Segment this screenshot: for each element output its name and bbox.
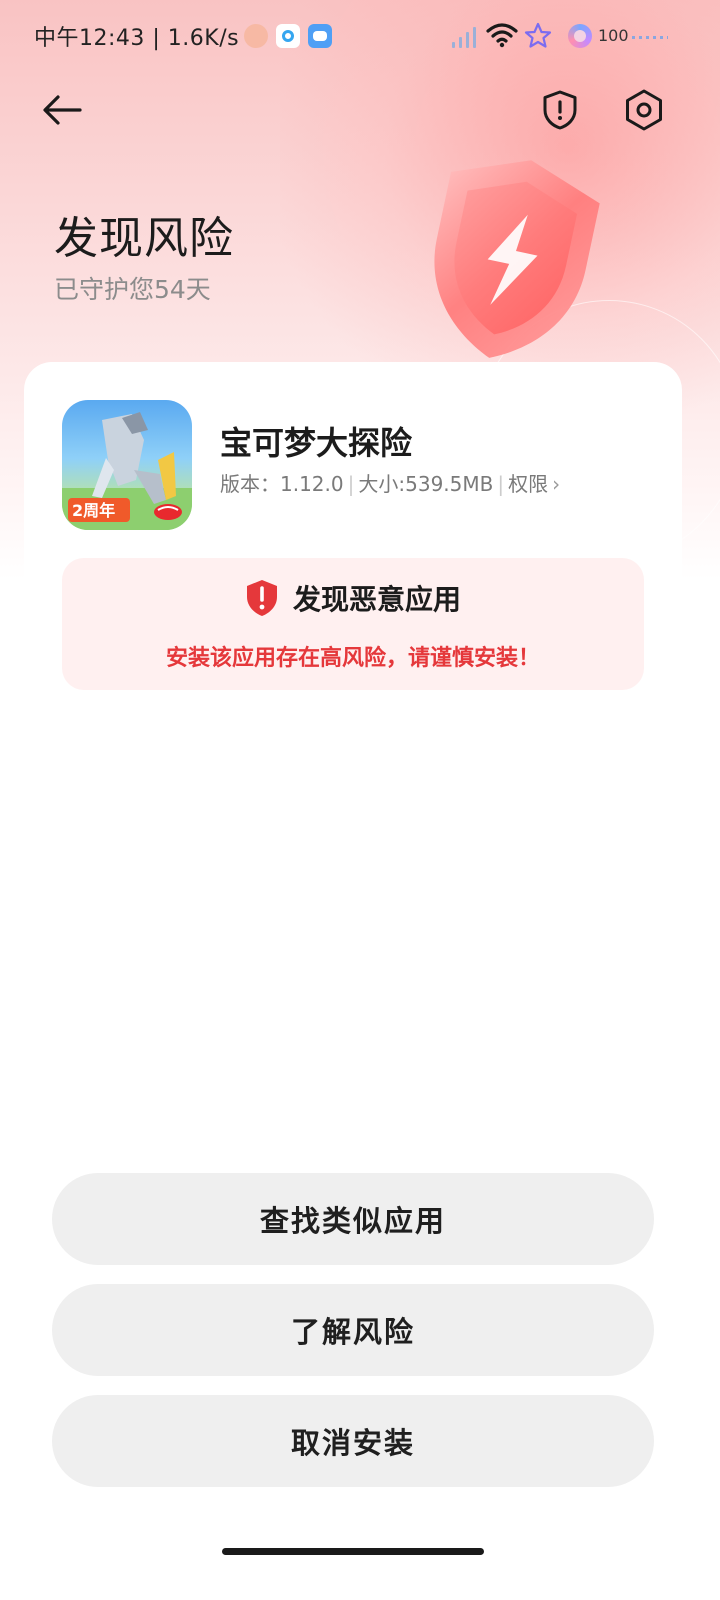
notification-app-icon: [244, 24, 268, 48]
app-icon-badge: 2周年: [72, 501, 115, 520]
app-size: 539.5MB: [405, 472, 494, 496]
hero-shield-lightning-icon: [434, 160, 600, 358]
assistant-orb-icon: [568, 24, 592, 48]
malware-warning-box: 发现恶意应用 安装该应用存在高风险，请谨慎安装！: [62, 558, 644, 690]
battery-level: 100: [598, 26, 629, 45]
find-similar-apps-button[interactable]: 查找类似应用: [52, 1173, 654, 1265]
app-icon: 2周年: [62, 400, 192, 530]
permissions-label[interactable]: 权限: [508, 472, 548, 496]
red-shield-exclamation-icon: [246, 580, 277, 616]
warning-title: 发现恶意应用: [292, 583, 461, 616]
status-time: 中午12:43 | 1.6K/s: [34, 26, 240, 51]
meta-divider: |: [347, 472, 355, 496]
warning-title-row: 发现恶意应用: [62, 578, 644, 620]
app-icon-artwork: 2周年: [62, 412, 192, 530]
app-meta: 版本：1.12.0 | 大小:539.5MB | 权限 ›: [220, 468, 560, 497]
status-bar: 中午12:43 | 1.6K/s 100: [0, 0, 720, 72]
learn-risk-button[interactable]: 了解风险: [52, 1284, 654, 1376]
home-indicator[interactable]: [222, 1548, 484, 1555]
app-name: 宝可梦大探险: [220, 424, 413, 462]
notification-game-icon: [308, 24, 332, 48]
warning-description: 安装该应用存在高风险，请谨慎安装！: [165, 646, 540, 671]
app-info-card: 2周年 宝可梦大探险 版本：1.12.0 | 大小:539.5MB | 权限 › 发现恶意…: [24, 362, 682, 722]
star-icon: [524, 22, 552, 48]
shield-exclamation-icon[interactable]: [536, 86, 584, 134]
meta-divider: |: [497, 472, 505, 496]
page-title: 发现风险: [54, 213, 234, 264]
notification-telecom-icon: [276, 24, 300, 48]
protection-days: 已守护您54天: [54, 275, 211, 304]
arrow-left-icon[interactable]: [38, 88, 86, 132]
app-version: 1.12.0: [280, 472, 344, 496]
signal-icon: [452, 26, 482, 48]
cancel-install-button[interactable]: 取消安装: [52, 1395, 654, 1487]
permissions-link[interactable]: 权限 ›: [508, 472, 560, 496]
gear-icon[interactable]: [620, 86, 668, 134]
size-label: 大小:: [358, 472, 406, 496]
version-label: 版本：: [220, 472, 280, 496]
screen: 中午12:43 | 1.6K/s 100 发现风险 已守护您54天 2周年 宝可…: [0, 0, 720, 1600]
chevron-right-icon[interactable]: ›: [552, 472, 560, 496]
battery-dots: [632, 36, 668, 39]
wifi-icon: [486, 23, 518, 48]
